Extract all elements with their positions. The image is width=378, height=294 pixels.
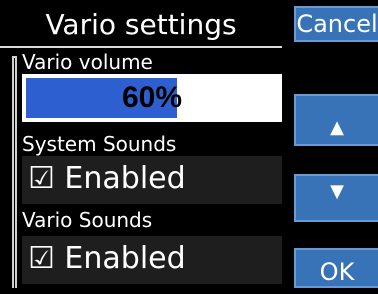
vario-sounds-value: ☑ Enabled (28, 241, 186, 276)
title-divider (0, 46, 282, 48)
vario-volume-slider[interactable]: 60% (22, 74, 282, 122)
scroll-down-button[interactable]: ▼ (294, 174, 378, 222)
vario-volume-value: 60% (121, 81, 183, 114)
ok-button[interactable]: OK (294, 248, 378, 288)
triangle-up-icon: ▲ (330, 117, 344, 138)
vario-sounds-checkbox[interactable]: ☑ Enabled (22, 236, 282, 284)
triangle-down-icon: ▼ (330, 181, 344, 202)
system-sounds-checkbox[interactable]: ☑ Enabled (22, 156, 282, 204)
scrollbar[interactable] (12, 56, 17, 288)
vario-sounds-label: Vario Sounds (22, 208, 153, 232)
system-sounds-value: ☑ Enabled (28, 161, 186, 196)
vario-volume-label: Vario volume (22, 50, 153, 74)
system-sounds-label: System Sounds (22, 132, 177, 156)
cancel-button[interactable]: Cancel (294, 6, 378, 42)
scroll-up-button[interactable]: ▲ (294, 94, 378, 146)
page-title: Vario settings (45, 8, 237, 41)
